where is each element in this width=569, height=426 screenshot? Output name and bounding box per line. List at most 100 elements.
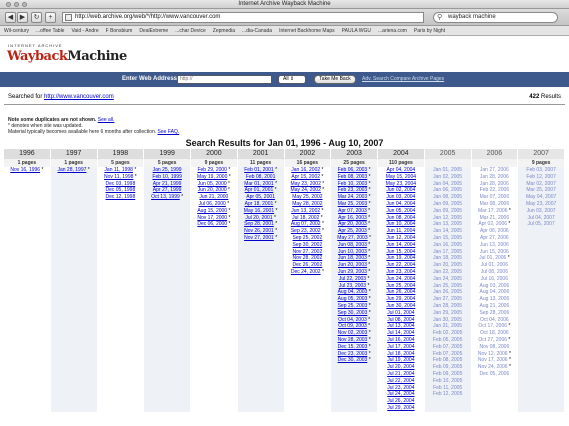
capture-date-link[interactable]: Sep 23, 2002: [291, 228, 321, 234]
capture-date-link[interactable]: Feb 22, 2006: [480, 187, 509, 193]
capture-date-link[interactable]: Feb 10, 2005: [433, 378, 462, 384]
capture-date-link[interactable]: Nov 12, 2006: [478, 351, 508, 357]
capture-date-link[interactable]: Mar 01, 2001: [244, 181, 273, 187]
capture-date-link[interactable]: Feb 09, 2005: [433, 364, 462, 370]
capture-date-link[interactable]: Feb 12, 2005: [433, 391, 462, 397]
capture-date-link[interactable]: Jan 28, 2006: [480, 174, 509, 180]
bookmark-item[interactable]: Zepmedia: [213, 28, 235, 34]
capture-date-link[interactable]: Jun 13, 2006: [480, 242, 509, 248]
capture-date-link[interactable]: May 23, 2004: [386, 181, 416, 187]
capture-date-link[interactable]: Oct 04, 2003: [338, 317, 367, 323]
capture-date-link[interactable]: Jul 18, 2004: [387, 351, 414, 357]
bookmark-item[interactable]: ...dia-Canada: [242, 28, 272, 34]
capture-date-link[interactable]: Jan 25, 2005: [433, 283, 462, 289]
year-tab-2005[interactable]: 2005: [424, 149, 472, 159]
capture-date-link[interactable]: Feb 03, 2007: [526, 167, 555, 173]
year-tab-1996[interactable]: 1996: [4, 149, 51, 159]
bookmark-item[interactable]: ...offee Table: [36, 28, 64, 34]
capture-date-link[interactable]: Jan 20, 2005: [433, 262, 462, 268]
capture-date-link[interactable]: May 16, 2001: [244, 208, 274, 214]
capture-date-link[interactable]: Apr 16, 2003: [338, 215, 367, 221]
bookmark-item[interactable]: ...char Device: [175, 28, 206, 34]
capture-date-link[interactable]: Oct 27, 2006: [478, 337, 507, 343]
capture-date-link[interactable]: May 23, 2007: [526, 201, 556, 207]
capture-date-link[interactable]: Jul 20, 2001: [245, 215, 272, 221]
capture-date-link[interactable]: Dec 06, 2000: [197, 221, 227, 227]
capture-date-link[interactable]: Jul 18, 2002: [292, 215, 319, 221]
capture-date-link[interactable]: Dec 30, 2003: [338, 357, 368, 363]
address-bar[interactable]: http://web.archive.org/web/*/http://www.…: [62, 12, 424, 23]
capture-date-link[interactable]: Apr 27, 1999: [153, 187, 182, 193]
capture-date-link[interactable]: Oct 09, 2003: [338, 323, 367, 329]
capture-date-link[interactable]: Dec 12, 1998: [106, 194, 136, 200]
capture-date-link[interactable]: Jun 03, 2007: [527, 208, 556, 214]
capture-date-link[interactable]: Sep 30, 2003: [338, 310, 368, 316]
capture-date-link[interactable]: Feb 06, 2003: [338, 167, 367, 173]
year-tab-2001[interactable]: 2001: [237, 149, 285, 159]
capture-date-link[interactable]: Nov 26, 2001: [244, 228, 274, 234]
capture-date-link[interactable]: Jul 20, 2004: [387, 364, 414, 370]
capture-date-link[interactable]: Jan 09, 2005: [433, 201, 462, 207]
capture-date-link[interactable]: Apr 25, 2003: [338, 228, 367, 234]
capture-date-link[interactable]: Jun 18, 2003: [338, 255, 367, 261]
capture-date-link[interactable]: Jan 18, 2005: [433, 255, 462, 261]
capture-date-link[interactable]: Jan 16, 2002: [291, 167, 320, 173]
capture-date-link[interactable]: Jul 05, 2007: [528, 221, 555, 227]
capture-date-link[interactable]: Jun 29, 2004: [386, 296, 415, 302]
capture-date-link[interactable]: Jun 22, 2004: [386, 262, 415, 268]
capture-date-link[interactable]: Oct 17, 2006: [478, 323, 507, 329]
capture-date-link[interactable]: Jan 28, 2006: [480, 181, 509, 187]
capture-date-link[interactable]: Jul 01, 2006: [479, 255, 506, 261]
capture-date-link[interactable]: Jan 06, 2005: [433, 187, 462, 193]
capture-date-link[interactable]: Feb 29, 2000: [197, 167, 226, 173]
capture-date-link[interactable]: Nov 11, 1998: [104, 174, 133, 180]
bookmark-item[interactable]: Vaid - Andre: [71, 28, 98, 34]
capture-date-link[interactable]: Jan 27, 2005: [433, 296, 462, 302]
year-tab-2004[interactable]: 2004: [378, 149, 425, 159]
capture-date-link[interactable]: Jun 03, 2004: [386, 194, 415, 200]
capture-date-link[interactable]: Jan 11, 1998: [104, 167, 133, 173]
collection-select[interactable]: All ⇕: [278, 75, 306, 84]
capture-date-link[interactable]: Jan 08, 2005: [433, 194, 462, 200]
capture-date-link[interactable]: Jun 23, 2004: [386, 269, 415, 275]
capture-date-link[interactable]: Apr 05, 2001: [246, 194, 275, 200]
capture-date-link[interactable]: Apr 20, 2003: [338, 221, 367, 227]
capture-date-link[interactable]: Dec 15, 2003: [338, 344, 368, 350]
capture-date-link[interactable]: Jun 12, 2004: [386, 235, 415, 241]
capture-date-link[interactable]: Mar 08, 2006: [480, 201, 509, 207]
capture-date-link[interactable]: Jun 08, 2004: [386, 215, 415, 221]
capture-date-link[interactable]: Jul 29, 2004: [387, 405, 414, 411]
capture-date-link[interactable]: Apr 02, 2006: [478, 221, 507, 227]
capture-date-link[interactable]: Feb 10, 2003: [338, 181, 367, 187]
capture-date-link[interactable]: Dec 26, 2002: [293, 262, 323, 268]
capture-date-link[interactable]: Mar 25, 2003: [338, 201, 367, 207]
capture-date-link[interactable]: Apr 07, 2003: [338, 208, 367, 214]
capture-date-link[interactable]: Jan 31, 2005: [433, 323, 462, 329]
capture-date-link[interactable]: Oct 13, 1999: [151, 194, 180, 200]
capture-date-link[interactable]: Nov 27, 2001: [244, 235, 274, 241]
year-tab-1999[interactable]: 1999: [144, 149, 191, 159]
bookmark-item[interactable]: Internet Backhome Maps: [279, 28, 335, 34]
capture-date-link[interactable]: Jun 20, 2000: [198, 187, 227, 193]
browser-search-field[interactable]: ⚲ wayback machine: [433, 12, 558, 23]
capture-date-link[interactable]: Jan 01, 2005: [433, 167, 462, 173]
year-tab-2006[interactable]: 2006: [471, 149, 519, 159]
capture-date-link[interactable]: May 25, 2002: [292, 194, 322, 200]
capture-date-link[interactable]: Jun 05, 2000: [198, 181, 227, 187]
capture-date-link[interactable]: Sep 25, 2002: [293, 235, 323, 241]
capture-date-link[interactable]: Mar 17, 2006: [478, 208, 507, 214]
capture-date-link[interactable]: Jan 13, 2005: [433, 221, 462, 227]
capture-date-link[interactable]: Jul 26, 2004: [387, 398, 414, 404]
capture-date-link[interactable]: Nov 17, 2006: [478, 357, 508, 363]
capture-date-link[interactable]: Feb 12, 2007: [526, 174, 555, 180]
capture-date-link[interactable]: Jan 26, 2005: [433, 289, 462, 295]
capture-date-link[interactable]: Dec 05, 2006: [480, 371, 510, 377]
capture-date-link[interactable]: Jun 19, 2004: [386, 255, 415, 261]
capture-date-link[interactable]: Jul 23, 2003: [339, 283, 366, 289]
capture-date-link[interactable]: Jan 15, 2005: [433, 235, 462, 241]
capture-date-link[interactable]: Jun 11, 2004: [387, 228, 416, 234]
capture-date-link[interactable]: Aug 15, 2000: [197, 208, 227, 214]
capture-date-link[interactable]: Jan 17, 2005: [433, 249, 462, 255]
capture-date-link[interactable]: Jan 28, 1997: [57, 167, 86, 173]
capture-date-link[interactable]: Nov 28, 2002: [293, 255, 323, 261]
